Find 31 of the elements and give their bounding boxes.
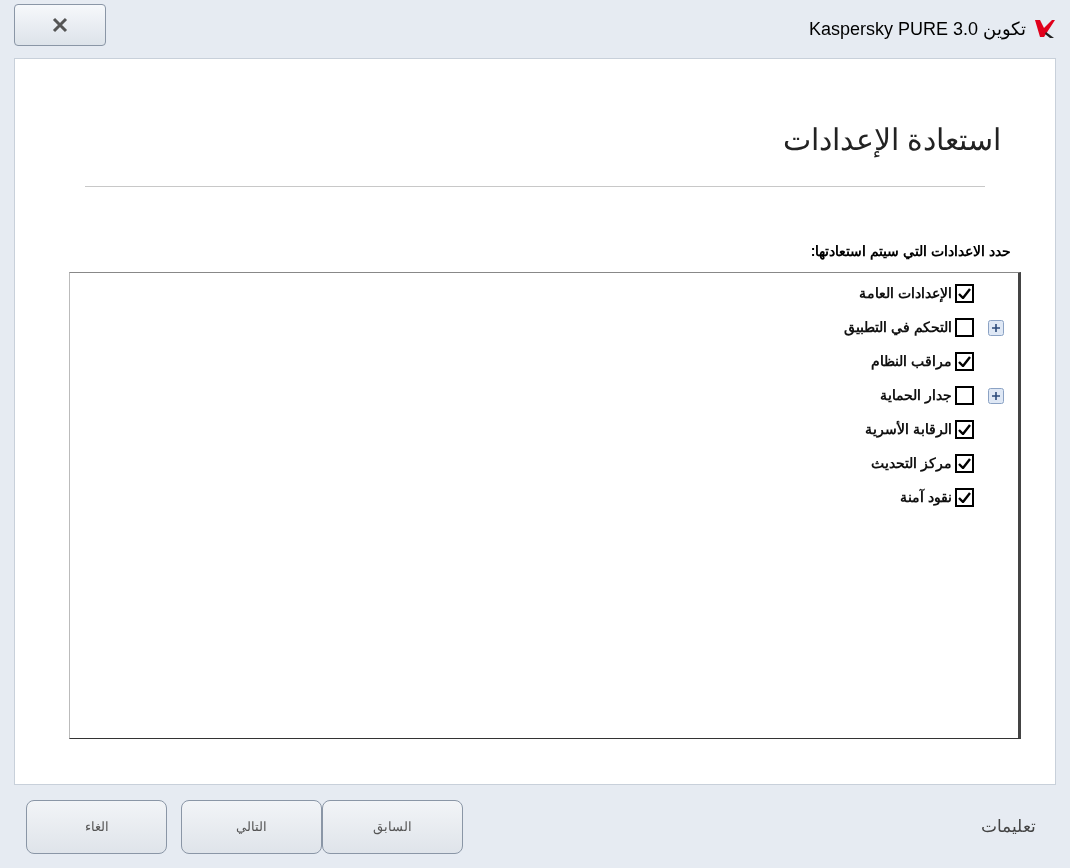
tree-item-label[interactable]: نقود آمنة (900, 487, 952, 508)
window-title: تكوين Kaspersky PURE 3.0 (808, 17, 1026, 42)
check-icon (958, 356, 971, 367)
check-icon (958, 492, 971, 503)
tree-item-label[interactable]: الإعدادات العامة (859, 283, 952, 304)
back-button[interactable]: السابق (322, 799, 463, 854)
page-heading: استعادة الإعدادات (781, 122, 1001, 160)
expand-icon[interactable] (988, 387, 1004, 404)
check-icon (958, 424, 971, 435)
tree-item-label[interactable]: مراقب النظام (871, 351, 952, 372)
instruction-text: حدد الاعدادات التي سيتم استعادتها: (809, 242, 1011, 262)
checkbox[interactable] (955, 386, 974, 405)
checkbox[interactable] (955, 488, 974, 507)
tree-item-label[interactable]: الرقابة الأسرية (865, 419, 952, 440)
checkbox[interactable] (955, 352, 974, 371)
check-icon (958, 458, 971, 469)
check-icon (958, 288, 971, 299)
help-link[interactable]: تعليمات (981, 813, 1036, 840)
close-icon (51, 16, 69, 34)
checkbox[interactable] (955, 284, 974, 303)
tree-item-label[interactable]: التحكم في التطبيق (844, 317, 952, 338)
close-button[interactable] (14, 4, 106, 46)
checkbox[interactable] (955, 318, 974, 337)
next-button[interactable]: التالي (181, 799, 322, 854)
checkbox[interactable] (955, 420, 974, 439)
checkbox[interactable] (955, 454, 974, 473)
logo-icon (1034, 19, 1056, 39)
tree-item-label[interactable]: جدار الحماية (880, 385, 952, 406)
tree-item-label[interactable]: مركز التحديث (871, 453, 952, 474)
expand-icon[interactable] (988, 319, 1004, 336)
cancel-button[interactable]: الغاء (26, 799, 167, 854)
